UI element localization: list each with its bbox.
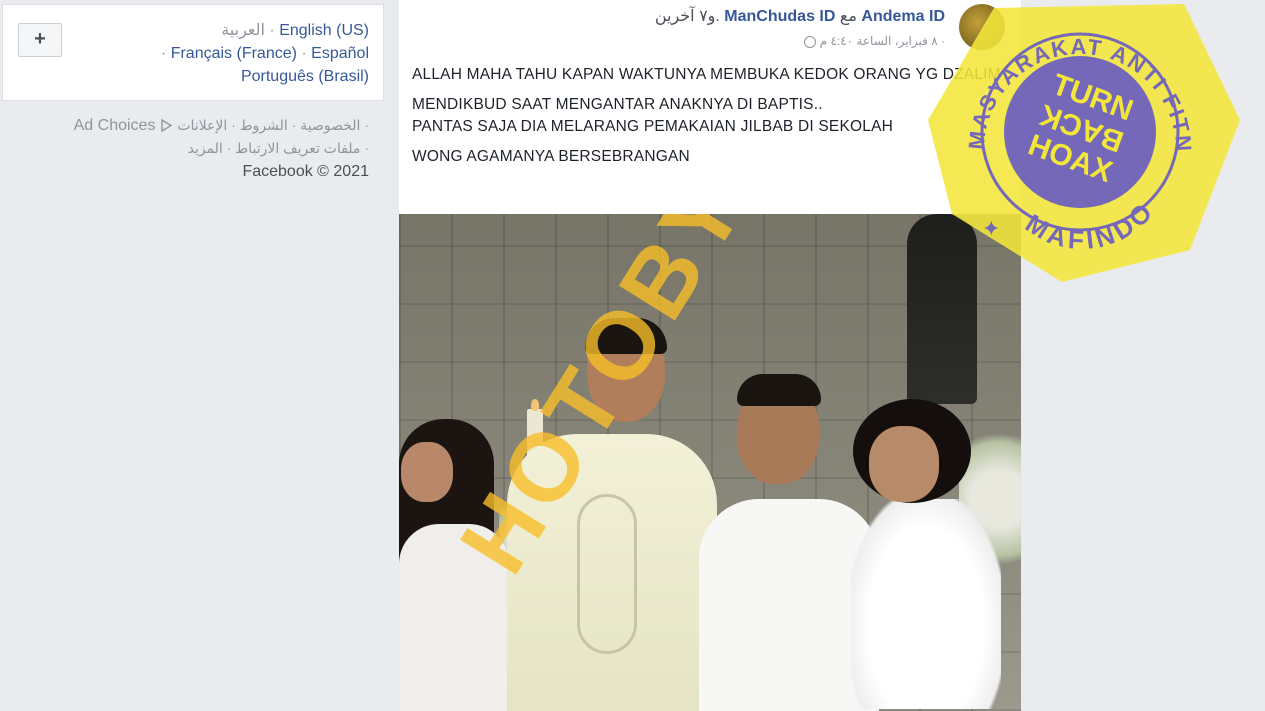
- language-list: العربية · English (US) · Français (Franc…: [69, 19, 369, 88]
- ad-choices-label[interactable]: Ad Choices: [74, 117, 156, 134]
- post-paragraph-2a: MENDIKBUD SAAT MENGANTAR ANAKNYA DI BAPT…: [412, 96, 823, 113]
- footer-cookies-more[interactable]: ملفات تعريف الارتباط · المزيد ·: [29, 137, 369, 160]
- tagged-user-link[interactable]: ManChudas ID: [724, 8, 835, 25]
- language-link-arabic[interactable]: العربية: [221, 22, 265, 39]
- photo-man-hair: [737, 374, 821, 406]
- stamp-graphic: MASYARAKAT ANTI FITNAH INDONESIA MAFINDO…: [912, 0, 1240, 282]
- post-photo[interactable]: HOTOBY: [399, 214, 1021, 711]
- photo-girl-dress: [851, 499, 1001, 709]
- footer-privacy-terms-ads[interactable]: الخصوصية · الشروط · الإعلانات ·: [177, 117, 369, 133]
- photo-woman-face: [401, 442, 453, 502]
- separator: ·: [301, 45, 307, 62]
- with-word: مع: [839, 8, 857, 25]
- add-language-button[interactable]: +: [18, 23, 62, 57]
- stamp-star-icon: ✦: [982, 216, 1000, 241]
- post-paragraph-2b: PANTAS SAJA DIA MELARANG PEMAKAIAN JILBA…: [412, 118, 894, 135]
- language-link-espanol[interactable]: Español: [311, 45, 369, 62]
- post-author-line: و٧ آخرين. ManChudas ID مع Andema ID: [655, 6, 945, 26]
- language-link-francais[interactable]: Français (France): [171, 45, 297, 62]
- ad-choices-icon: [161, 119, 173, 133]
- globe-icon: [804, 35, 817, 48]
- separator: ·: [269, 22, 275, 39]
- footer-copyright: Facebook © 2021: [242, 163, 369, 180]
- ad-choices-link[interactable]: Ad Choices: [74, 117, 178, 134]
- photo-girl-face: [869, 426, 939, 502]
- language-link-english[interactable]: English (US): [279, 22, 369, 39]
- photo-priest-motif: [577, 494, 637, 654]
- language-selector-box: + العربية · English (US) · Français (Fra…: [2, 4, 384, 101]
- turnbackhoax-stamp: MASYARAKAT ANTI FITNAH INDONESIA MAFINDO…: [912, 0, 1242, 282]
- language-link-portugues[interactable]: Português (Brasil): [241, 68, 369, 85]
- footer-links: Ad Choices الخصوصية · الشروط · الإعلانات…: [29, 114, 369, 183]
- and-others-link[interactable]: و٧ آخرين.: [655, 8, 720, 25]
- separator: ·: [160, 45, 167, 62]
